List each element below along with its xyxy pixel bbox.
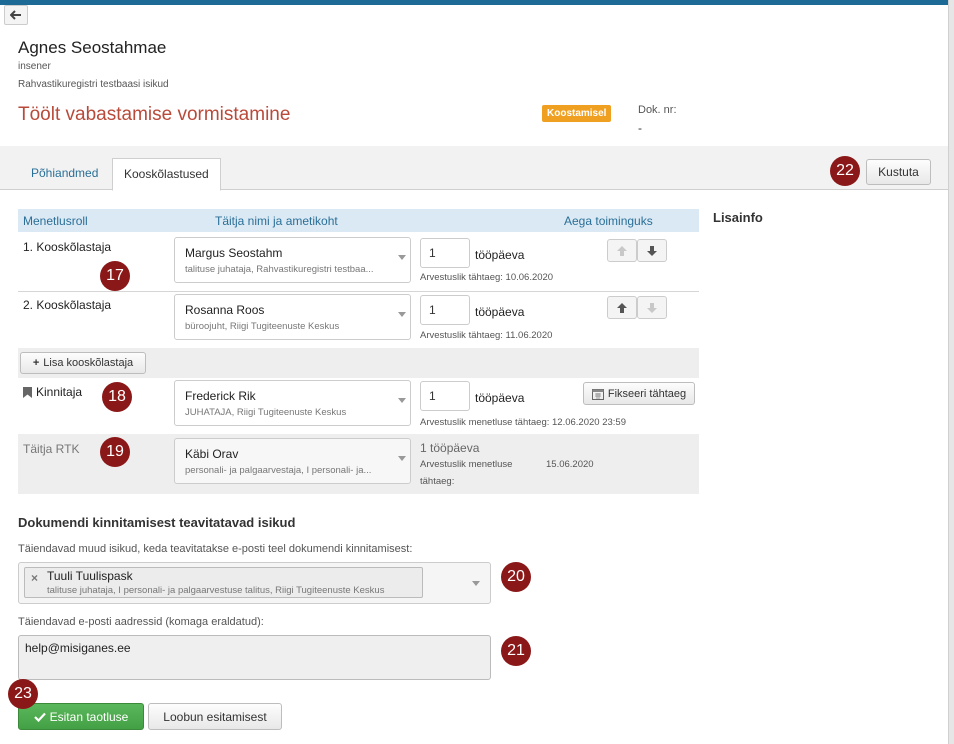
delete-button[interactable]: Kustuta <box>866 159 931 185</box>
confirmer-position: JUHATAJA, Riigi Tugiteenuste Keskus <box>185 407 347 418</box>
approver1-name: Margus Seostahm <box>185 246 283 260</box>
remove-tag-icon[interactable]: × <box>31 571 38 585</box>
move-up-button[interactable] <box>607 296 637 319</box>
submit-button[interactable]: Esitan taotluse <box>18 703 144 730</box>
person-role: insener <box>18 61 51 72</box>
executor-deadline-label2: tähtaeg: <box>420 476 455 487</box>
tab-pohiandmed[interactable]: Põhiandmed <box>20 158 109 191</box>
arrow-down-icon <box>647 302 657 313</box>
chevron-down-icon <box>398 312 406 317</box>
approver1-days-unit: tööpäeva <box>475 248 525 262</box>
arrow-up-icon <box>617 245 627 256</box>
row1-role: 1. Kooskõlastaja <box>23 240 112 254</box>
marker-22: 22 <box>830 156 860 186</box>
marker-23: 23 <box>8 679 38 709</box>
col-header-role: Menetlusroll <box>23 214 88 228</box>
row3-role-cell: Kinnitaja <box>23 385 82 399</box>
chevron-down-icon <box>398 255 406 260</box>
person-name: Agnes Seostahmae <box>18 38 167 57</box>
bookmark-icon <box>23 386 32 398</box>
calendar-icon <box>591 388 604 400</box>
emails-label: Täiendavad e-posti aadressid (komaga era… <box>18 616 264 628</box>
chevron-down-icon <box>472 581 480 586</box>
row2-role: 2. Kooskõlastaja <box>23 298 112 312</box>
page-title: Töölt vabastamise vormistamine <box>18 104 291 125</box>
approver1-days-input[interactable]: 1 <box>420 238 470 268</box>
back-button[interactable] <box>4 5 28 25</box>
approver1-deadline: Arvestuslik tähtaeg: 10.06.2020 <box>420 272 554 283</box>
executor-deadline-date: 15.06.2020 <box>546 459 594 470</box>
fix-deadline-label: Fikseeri tähtaeg <box>607 387 687 400</box>
person-org: Rahvastikuregistri testbaasi isikud <box>18 79 169 90</box>
move-up-button <box>607 239 637 262</box>
executor-name: Käbi Orav <box>185 447 239 461</box>
submit-label: Esitan taotluse <box>49 709 129 724</box>
confirmer-days-input[interactable]: 1 <box>420 381 470 411</box>
approver2-select[interactable]: Rosanna Roos büroojuht, Riigi Tugiteenus… <box>174 294 411 340</box>
vertical-scrollbar[interactable] <box>948 0 954 744</box>
approver2-name: Rosanna Roos <box>185 303 265 317</box>
executor-select: Käbi Orav personali- ja palgaarvestaja, … <box>174 438 411 484</box>
marker-17: 17 <box>100 261 130 291</box>
add-approver-button[interactable]: + Lisa kooskõlastaja <box>20 352 146 374</box>
tab-kooskolastused[interactable]: Kooskõlastused <box>112 158 221 191</box>
marker-20: 20 <box>501 562 531 592</box>
confirmer-name: Frederick Rik <box>185 389 256 403</box>
approver2-days-input[interactable]: 1 <box>420 295 470 325</box>
cancel-button[interactable]: Loobun esitamisest <box>148 703 282 730</box>
marker-21: 21 <box>501 636 531 666</box>
doc-number-value: - <box>638 121 642 135</box>
arrow-down-icon <box>647 245 657 256</box>
notify-section-title: Dokumendi kinnitamisest teavitatavad isi… <box>18 515 296 530</box>
emails-textarea[interactable]: help@misiganes.ee <box>18 635 491 680</box>
doc-number-label: Dok. nr: <box>638 104 677 116</box>
confirmer-select[interactable]: Frederick Rik JUHATAJA, Riigi Tugiteenus… <box>174 380 411 426</box>
arrow-left-icon <box>10 10 21 20</box>
arrow-up-icon <box>617 302 627 313</box>
status-badge: Koostamisel <box>542 105 612 122</box>
plus-icon: + <box>32 357 40 369</box>
row3-role: Kinnitaja <box>36 385 83 399</box>
tag-position: talituse juhataja, I personali- ja palga… <box>47 585 385 596</box>
approver2-days-unit: tööpäeva <box>475 305 525 319</box>
approver2-position: büroojuht, Riigi Tugiteenuste Keskus <box>185 321 340 332</box>
add-approver-label: Lisa kooskõlastaja <box>43 357 134 369</box>
executor-days: 1 tööpäeva <box>420 441 480 455</box>
executor-deadline-label1: Arvestuslik menetluse <box>420 459 513 470</box>
row4-role: Täitja RTK <box>23 442 80 456</box>
marker-18: 18 <box>102 382 132 412</box>
tag-name: Tuuli Tuulispask <box>47 569 133 583</box>
confirmer-deadline: Arvestuslik menetluse tähtaeg: 12.06.202… <box>420 417 626 428</box>
marker-19: 19 <box>100 437 130 467</box>
col-header-person: Täitja nimi ja ametikoht <box>215 214 338 228</box>
move-down-button <box>637 296 667 319</box>
move-down-button[interactable] <box>637 239 667 262</box>
approver1-position: talituse juhataja, Rahvastikuregistri te… <box>185 264 374 275</box>
fix-deadline-button[interactable]: Fikseeri tähtaeg <box>583 382 695 405</box>
notify-persons-label: Täiendavad muud isikud, keda teavitataks… <box>18 543 413 555</box>
approver2-deadline: Arvestuslik tähtaeg: 11.06.2020 <box>420 330 553 341</box>
checkmark-icon <box>33 712 46 722</box>
executor-position: personali- ja palgaarvestaja, I personal… <box>185 465 372 476</box>
approver1-select[interactable]: Margus Seostahm talituse juhataja, Rahva… <box>174 237 411 283</box>
confirmer-days-unit: tööpäeva <box>475 391 525 405</box>
notify-person-tag: × Tuuli Tuulispask talituse juhataja, I … <box>24 567 423 598</box>
sidebar-title: Lisainfo <box>713 210 763 225</box>
col-header-time: Aega toiminguks <box>564 214 653 228</box>
chevron-down-icon <box>398 398 406 403</box>
chevron-down-icon <box>398 456 406 461</box>
row-divider <box>18 291 699 292</box>
top-accent-bar <box>0 0 948 5</box>
